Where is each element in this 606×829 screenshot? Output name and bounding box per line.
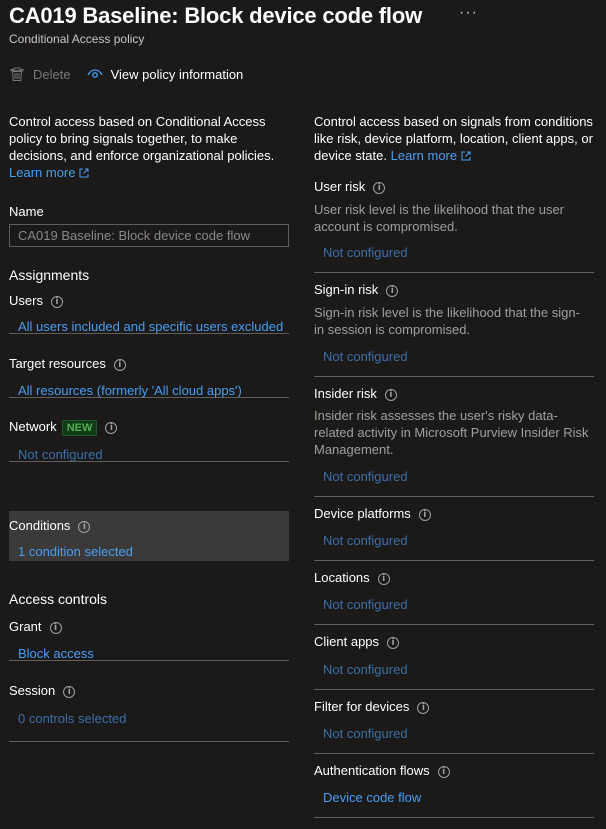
user-risk-label: User risk i	[314, 179, 386, 194]
device-platforms-label: Device platforms i	[314, 506, 431, 521]
device-platforms-value-link[interactable]: Not configured	[323, 533, 408, 548]
insider-risk-value-link[interactable]: Not configured	[323, 469, 408, 484]
info-icon[interactable]: i	[49, 621, 62, 634]
assignment-users: Users i All users included and specific u…	[9, 289, 289, 334]
condition-filter-for-devices: Filter for devices i Not configured	[314, 690, 594, 754]
info-icon[interactable]: i	[373, 181, 386, 194]
learn-more-link[interactable]: Learn more	[9, 164, 89, 181]
locations-value-link[interactable]: Not configured	[323, 597, 408, 612]
client-apps-label: Client apps i	[314, 634, 400, 649]
locations-label: Locations i	[314, 570, 390, 585]
condition-device-platforms: Device platforms i Not configured	[314, 497, 594, 561]
conditions-intro: Control access based on signals from con…	[314, 113, 594, 164]
access-controls-heading: Access controls	[9, 591, 108, 607]
target-resources-value-link[interactable]: All resources (formerly 'All cloud apps'…	[18, 383, 242, 398]
insider-risk-label: Insider risk i	[314, 386, 397, 401]
user-risk-value-link[interactable]: Not configured	[323, 245, 408, 260]
info-icon[interactable]: i	[113, 358, 126, 371]
network-value-link[interactable]: Not configured	[18, 447, 103, 462]
info-icon[interactable]: i	[78, 520, 91, 533]
conditions-value-link[interactable]: 1 condition selected	[18, 544, 133, 559]
condition-authentication-flows: Authentication flows i Device code flow	[314, 754, 594, 818]
info-icon[interactable]: i	[418, 508, 431, 521]
authentication-flows-value-link[interactable]: Device code flow	[323, 790, 421, 805]
info-icon[interactable]: i	[437, 765, 450, 778]
more-options-icon[interactable]: ···	[459, 4, 478, 22]
trash-icon	[10, 67, 24, 81]
external-link-icon	[79, 168, 89, 177]
policy-panel: Control access based on Conditional Acce…	[9, 113, 290, 829]
command-bar: Delete View policy information	[9, 62, 259, 86]
grant-label: Grant i	[9, 619, 62, 634]
info-icon[interactable]: i	[387, 636, 400, 649]
access-control-session: Session i 0 controls selected	[9, 661, 289, 742]
view-policy-information-button[interactable]: View policy information	[86, 66, 244, 82]
page-subtitle: Conditional Access policy	[9, 32, 145, 46]
condition-client-apps: Client apps i Not configured	[314, 625, 594, 690]
assignments-heading: Assignments	[9, 267, 90, 283]
target-resources-label: Target resources i	[9, 356, 126, 371]
name-field-value: CA019 Baseline: Block device code flow	[18, 228, 250, 243]
sign-in-risk-description: Sign-in risk level is the likelihood tha…	[314, 305, 580, 337]
delete-label: Delete	[33, 66, 71, 82]
conditions-label: Conditions i	[9, 518, 91, 533]
condition-user-risk: User risk i User risk level is the likeli…	[314, 170, 594, 273]
info-icon[interactable]: i	[377, 572, 390, 585]
users-value-link[interactable]: All users included and specific users ex…	[18, 319, 283, 334]
access-control-grant: Grant i Block access	[9, 616, 289, 661]
authentication-flows-label: Authentication flows i	[314, 763, 450, 778]
insider-risk-description: Insider risk assesses the user's risky d…	[314, 408, 589, 457]
conditions-learn-more-link[interactable]: Learn more	[391, 147, 471, 164]
info-icon[interactable]: i	[384, 388, 397, 401]
info-icon[interactable]: i	[417, 701, 430, 714]
eye-icon	[86, 69, 103, 78]
view-policy-information-label: View policy information	[110, 66, 244, 82]
grant-value-link[interactable]: Block access	[18, 646, 94, 661]
policy-intro-text: Control access based on Conditional Acce…	[9, 114, 275, 163]
info-icon[interactable]: i	[50, 295, 63, 308]
assignment-network: Network NEW i Not configured	[9, 398, 289, 462]
new-badge: NEW	[61, 419, 98, 436]
name-label: Name	[9, 204, 44, 219]
assignment-conditions[interactable]: Conditions i 1 condition selected	[9, 511, 289, 561]
conditions-panel: Control access based on signals from con…	[314, 113, 594, 164]
page-title: CA019 Baseline: Block device code flow	[9, 3, 422, 28]
user-risk-description: User risk level is the likelihood that t…	[314, 202, 565, 234]
client-apps-value-link[interactable]: Not configured	[323, 662, 408, 677]
external-link-icon	[461, 151, 471, 160]
filter-for-devices-label: Filter for devices i	[314, 699, 430, 714]
assignment-target-resources: Target resources i All resources (formerl…	[9, 334, 289, 398]
users-label: Users i	[9, 293, 63, 308]
session-label: Session i	[9, 683, 76, 698]
info-icon[interactable]: i	[386, 284, 399, 297]
condition-locations: Locations i Not configured	[314, 561, 594, 625]
policy-intro: Control access based on Conditional Acce…	[9, 113, 290, 181]
filter-for-devices-value-link[interactable]: Not configured	[323, 726, 408, 741]
condition-sign-in-risk: Sign-in risk i Sign-in risk level is the …	[314, 273, 594, 377]
session-value-link[interactable]: 0 controls selected	[18, 711, 126, 726]
sign-in-risk-value-link[interactable]: Not configured	[323, 349, 408, 364]
name-field[interactable]: CA019 Baseline: Block device code flow	[9, 224, 289, 247]
conditions-list: User risk i User risk level is the likeli…	[314, 170, 594, 829]
network-label: Network NEW i	[9, 419, 118, 436]
info-icon[interactable]: i	[105, 421, 118, 434]
info-icon[interactable]: i	[63, 685, 76, 698]
condition-insider-risk: Insider risk i Insider risk assesses the …	[314, 377, 594, 497]
delete-button[interactable]: Delete	[9, 66, 71, 82]
sign-in-risk-label: Sign-in risk i	[314, 282, 399, 297]
